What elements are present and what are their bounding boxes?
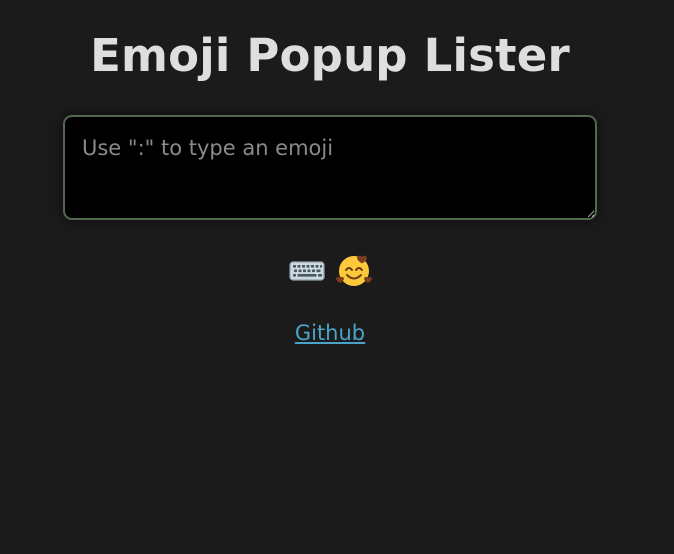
smiling-face-with-hearts-icon[interactable] xyxy=(335,251,373,289)
emoji-text-input[interactable] xyxy=(63,115,597,220)
emoji-input-container xyxy=(63,115,597,220)
page: Emoji Popup Lister Use ":" to type an em… xyxy=(0,0,674,554)
icon-row xyxy=(0,250,660,290)
keyboard-icon[interactable] xyxy=(288,251,326,289)
github-link[interactable]: Github xyxy=(295,321,365,345)
footer-links: Github xyxy=(0,319,660,347)
page-title: Emoji Popup Lister xyxy=(90,29,570,82)
